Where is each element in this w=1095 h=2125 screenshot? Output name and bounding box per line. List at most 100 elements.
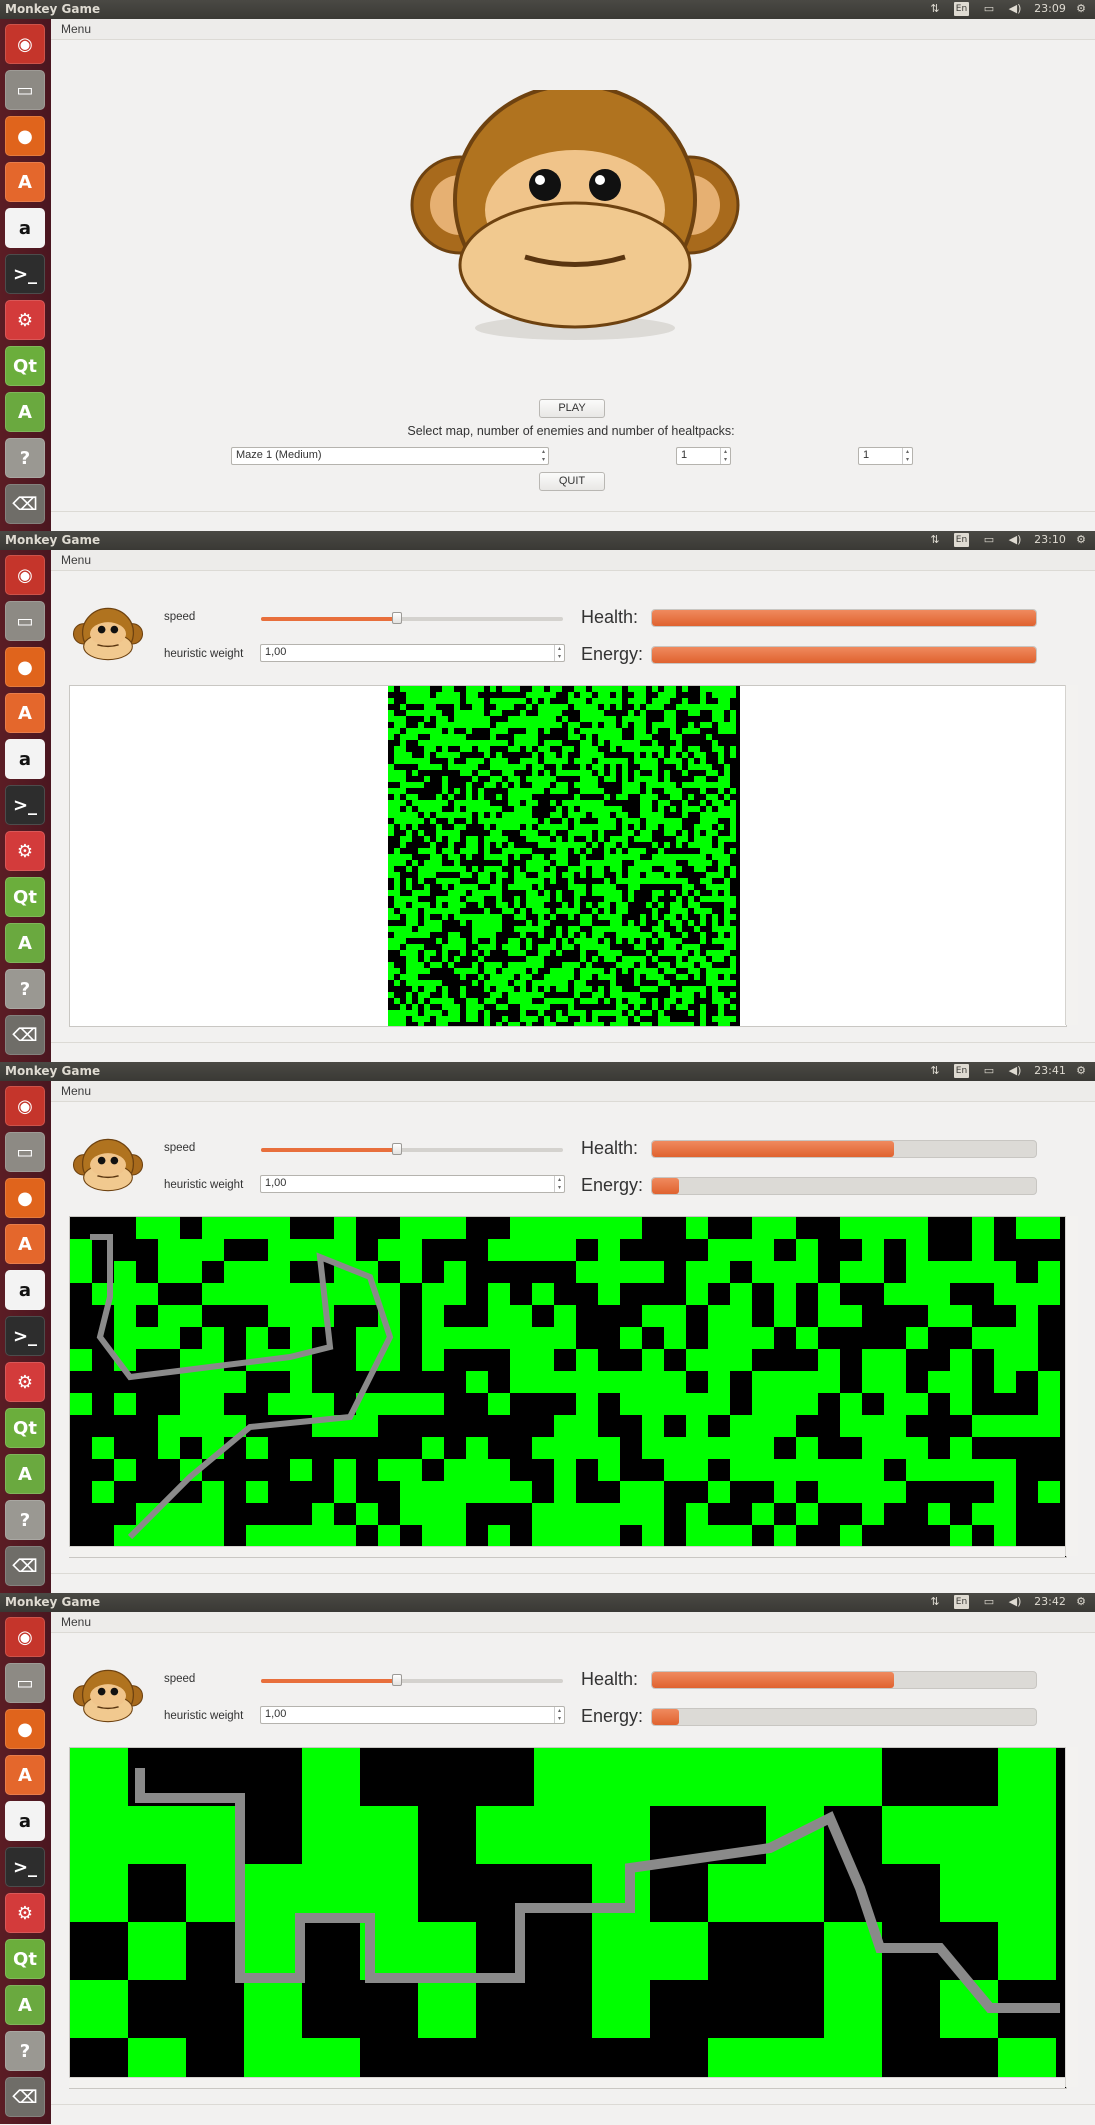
- network-icon[interactable]: ⇅: [928, 1, 942, 17]
- files-icon[interactable]: ▭: [5, 70, 45, 110]
- horizontal-scrollbar[interactable]: [69, 1546, 1065, 1557]
- ubuntu-dash-icon[interactable]: ◉: [5, 1086, 45, 1126]
- software-center-icon[interactable]: A: [5, 1755, 45, 1795]
- qt-creator-icon[interactable]: Qt: [5, 1939, 45, 1979]
- maze-view[interactable]: [69, 685, 1067, 1027]
- software-updater-icon[interactable]: A: [5, 392, 45, 432]
- battery-icon[interactable]: ▭: [980, 1063, 998, 1079]
- keyboard-layout-indicator[interactable]: En: [954, 2, 969, 16]
- maze-canvas[interactable]: [70, 1748, 1066, 2088]
- keyboard-layout-indicator[interactable]: En: [954, 1064, 969, 1078]
- network-icon[interactable]: ⇅: [928, 1594, 942, 1610]
- volume-icon[interactable]: ◀): [1008, 1594, 1022, 1610]
- system-settings-icon[interactable]: ⚙: [5, 1362, 45, 1402]
- speed-slider-handle[interactable]: [391, 1674, 402, 1686]
- files-icon[interactable]: ▭: [5, 1663, 45, 1703]
- battery-icon[interactable]: ▭: [980, 1594, 998, 1610]
- terminal-icon[interactable]: >_: [5, 1847, 45, 1887]
- battery-icon[interactable]: ▭: [980, 1, 998, 17]
- amazon-icon[interactable]: a: [5, 1270, 45, 1310]
- terminal-icon[interactable]: >_: [5, 254, 45, 294]
- trash-icon[interactable]: ⌫: [5, 1546, 45, 1586]
- battery-icon[interactable]: ▭: [980, 532, 998, 548]
- trash-icon[interactable]: ⌫: [5, 1015, 45, 1055]
- unknown-app-icon[interactable]: ?: [5, 1500, 45, 1540]
- vertical-scrollbar[interactable]: [1065, 1747, 1078, 2087]
- terminal-icon[interactable]: >_: [5, 1316, 45, 1356]
- firefox-icon[interactable]: ●: [5, 1178, 45, 1218]
- horizontal-scrollbar[interactable]: [69, 2077, 1065, 2088]
- network-icon[interactable]: ⇅: [928, 1063, 942, 1079]
- system-settings-icon[interactable]: ⚙: [5, 1893, 45, 1933]
- system-settings-icon[interactable]: ⚙: [5, 300, 45, 340]
- menu-item[interactable]: Menu: [61, 22, 91, 36]
- heuristic-weight-spinbox[interactable]: 1,00 ▴ ▾: [260, 1175, 565, 1193]
- maze-view[interactable]: [69, 1747, 1067, 2089]
- healthpacks-spinbox[interactable]: 1 ▴ ▾: [858, 447, 913, 465]
- amazon-icon[interactable]: a: [5, 739, 45, 779]
- speed-slider[interactable]: [261, 612, 563, 624]
- heuristic-weight-spinbox[interactable]: 1,00 ▴ ▾: [260, 644, 565, 662]
- gear-icon[interactable]: ⚙: [1074, 1, 1088, 17]
- speed-slider[interactable]: [261, 1143, 563, 1155]
- spin-arrows-icon[interactable]: ▴ ▾: [720, 448, 730, 464]
- clock[interactable]: 23:09: [1032, 1, 1068, 17]
- software-center-icon[interactable]: A: [5, 162, 45, 202]
- unknown-app-icon[interactable]: ?: [5, 438, 45, 478]
- software-center-icon[interactable]: A: [5, 1224, 45, 1264]
- maze-view[interactable]: [69, 1216, 1067, 1558]
- amazon-icon[interactable]: a: [5, 208, 45, 248]
- files-icon[interactable]: ▭: [5, 601, 45, 641]
- quit-button[interactable]: QUIT: [539, 472, 605, 491]
- spin-arrows-icon[interactable]: ▴ ▾: [554, 1176, 564, 1192]
- amazon-icon[interactable]: a: [5, 1801, 45, 1841]
- spin-arrows-icon[interactable]: ▴ ▾: [902, 448, 912, 464]
- qt-creator-icon[interactable]: Qt: [5, 346, 45, 386]
- menu-item[interactable]: Menu: [61, 553, 91, 567]
- network-icon[interactable]: ⇅: [928, 532, 942, 548]
- maze-canvas[interactable]: [70, 1217, 1066, 1557]
- gear-icon[interactable]: ⚙: [1074, 1594, 1088, 1610]
- speed-slider[interactable]: [261, 1674, 563, 1686]
- ubuntu-dash-icon[interactable]: ◉: [5, 1617, 45, 1657]
- trash-icon[interactable]: ⌫: [5, 2077, 45, 2117]
- unknown-app-icon[interactable]: ?: [5, 2031, 45, 2071]
- unknown-app-icon[interactable]: ?: [5, 969, 45, 1009]
- volume-icon[interactable]: ◀): [1008, 1, 1022, 17]
- volume-icon[interactable]: ◀): [1008, 532, 1022, 548]
- files-icon[interactable]: ▭: [5, 1132, 45, 1172]
- vertical-scrollbar[interactable]: [1065, 685, 1078, 1025]
- firefox-icon[interactable]: ●: [5, 647, 45, 687]
- clock[interactable]: 23:42: [1032, 1594, 1068, 1610]
- clock[interactable]: 23:10: [1032, 532, 1068, 548]
- firefox-icon[interactable]: ●: [5, 116, 45, 156]
- speed-slider-handle[interactable]: [391, 612, 402, 624]
- terminal-icon[interactable]: >_: [5, 785, 45, 825]
- software-center-icon[interactable]: A: [5, 693, 45, 733]
- qt-creator-icon[interactable]: Qt: [5, 1408, 45, 1448]
- speed-slider-handle[interactable]: [391, 1143, 402, 1155]
- software-updater-icon[interactable]: A: [5, 1985, 45, 2025]
- keyboard-layout-indicator[interactable]: En: [954, 1595, 969, 1609]
- spin-arrows-icon[interactable]: ▴ ▾: [554, 645, 564, 661]
- play-button[interactable]: PLAY: [539, 399, 605, 418]
- enemies-spinbox[interactable]: 1 ▴ ▾: [676, 447, 731, 465]
- keyboard-layout-indicator[interactable]: En: [954, 533, 969, 547]
- ubuntu-dash-icon[interactable]: ◉: [5, 555, 45, 595]
- heuristic-weight-spinbox[interactable]: 1,00 ▴ ▾: [260, 1706, 565, 1724]
- ubuntu-dash-icon[interactable]: ◉: [5, 24, 45, 64]
- volume-icon[interactable]: ◀): [1008, 1063, 1022, 1079]
- maze-canvas[interactable]: [70, 686, 1066, 1026]
- qt-creator-icon[interactable]: Qt: [5, 877, 45, 917]
- vertical-scrollbar[interactable]: [1065, 1216, 1078, 1556]
- software-updater-icon[interactable]: A: [5, 923, 45, 963]
- trash-icon[interactable]: ⌫: [5, 484, 45, 524]
- firefox-icon[interactable]: ●: [5, 1709, 45, 1749]
- menu-item[interactable]: Menu: [61, 1084, 91, 1098]
- gear-icon[interactable]: ⚙: [1074, 1063, 1088, 1079]
- map-select[interactable]: Maze 1 (Medium) ▴ ▾: [231, 447, 549, 465]
- clock[interactable]: 23:41: [1032, 1063, 1068, 1079]
- gear-icon[interactable]: ⚙: [1074, 532, 1088, 548]
- menu-item[interactable]: Menu: [61, 1615, 91, 1629]
- spin-arrows-icon[interactable]: ▴ ▾: [554, 1707, 564, 1723]
